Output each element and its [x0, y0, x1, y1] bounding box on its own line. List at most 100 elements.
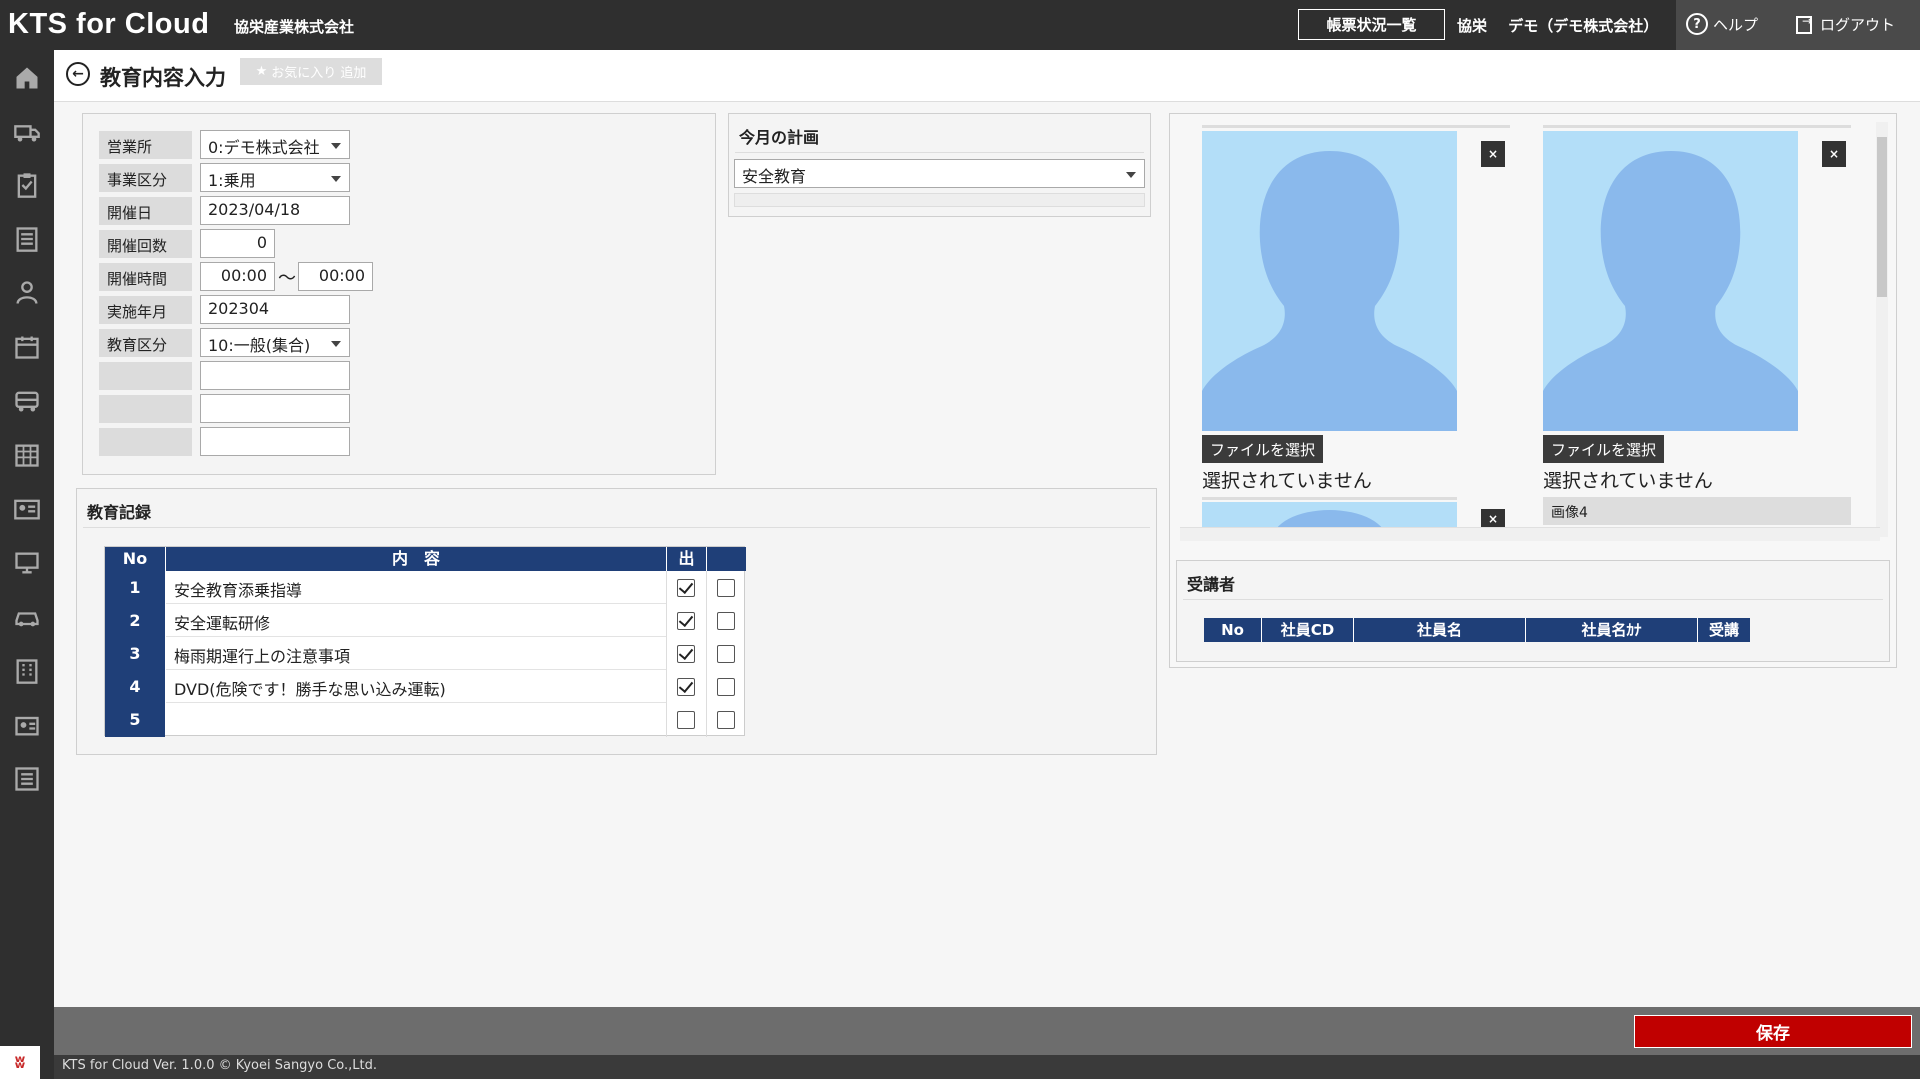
attend-checkbox[interactable] — [677, 645, 695, 663]
photos-scroll-area: × ファイルを選択 選択されていません × ファイルを選択 選択されていません … — [1172, 116, 1880, 541]
user-short-name: 協栄 — [1457, 17, 1488, 35]
form-panel: 営業所 0:デモ株式会社 事業区分 1:乗用 開催日 2023/04/18 開催… — [82, 113, 716, 475]
attendees-panel: 受講者 No 社員CD 社員名 社員名ｶﾅ 受講 — [1176, 560, 1890, 662]
divider — [1183, 599, 1883, 600]
attendees-table-header: No 社員CD 社員名 社員名ｶﾅ 受講 — [1204, 618, 1750, 642]
divider — [1543, 125, 1851, 128]
calendar-icon[interactable] — [12, 332, 42, 362]
page-title: 教育内容入力 — [100, 66, 226, 90]
col-header-no: No — [1204, 618, 1262, 642]
count-input[interactable]: 0 — [200, 229, 275, 258]
badge-icon[interactable] — [12, 710, 42, 740]
bus-icon[interactable] — [12, 386, 42, 416]
row-no: 1 — [129, 578, 141, 597]
car-icon[interactable] — [12, 602, 42, 632]
extra-input-2[interactable] — [200, 394, 350, 423]
label-education-category: 教育区分 — [99, 329, 192, 357]
person-silhouette-icon — [1543, 151, 1798, 431]
building-icon[interactable] — [12, 656, 42, 686]
col-header-attended: 受講 — [1708, 621, 1739, 639]
office-select[interactable]: 0:デモ株式会社 — [200, 130, 350, 159]
close-icon[interactable]: × — [1481, 509, 1505, 529]
photos-vertical-scrollbar[interactable] — [1876, 122, 1888, 537]
help-label: ヘルプ — [1713, 15, 1759, 34]
attend-checkbox[interactable] — [677, 678, 695, 696]
file-select-button-1[interactable]: ファイルを選択 — [1202, 435, 1324, 463]
extra-checkbox[interactable] — [717, 711, 735, 729]
truck-icon[interactable] — [12, 116, 42, 146]
help-link[interactable]: ? ヘルプ — [1686, 13, 1758, 35]
attend-checkbox[interactable] — [677, 612, 695, 630]
title-bar: ← 教育内容入力 ★ お気に入り 追加 — [54, 50, 1920, 102]
extra-checkbox[interactable] — [717, 678, 735, 696]
extra-input-3[interactable] — [200, 427, 350, 456]
label-empty-2 — [99, 395, 192, 423]
extra-checkbox[interactable] — [717, 645, 735, 663]
year-month-input[interactable]: 202304 — [200, 295, 350, 324]
save-button[interactable]: 保存 — [1634, 1015, 1912, 1048]
col-header-content: 内 容 — [166, 547, 666, 571]
image4-label: 画像4 — [1543, 497, 1851, 525]
person-silhouette-icon — [1202, 151, 1457, 431]
document-icon[interactable] — [12, 224, 42, 254]
label-time: 開催時間 — [99, 263, 192, 291]
file-status-1: 選択されていません — [1202, 470, 1372, 492]
extra-checkbox[interactable] — [717, 612, 735, 630]
time-separator: 〜 — [278, 268, 296, 289]
scrollbar-thumb[interactable] — [1877, 137, 1887, 297]
help-icon: ? — [1686, 13, 1708, 35]
extra-checkbox[interactable] — [717, 579, 735, 597]
start-time-input[interactable]: 00:00 — [200, 262, 275, 291]
file-select-button-2[interactable]: ファイルを選択 — [1543, 435, 1665, 463]
photo-placeholder-2 — [1543, 131, 1798, 431]
person-icon[interactable] — [12, 278, 42, 308]
id-card-icon[interactable] — [12, 494, 42, 524]
col-header-no: No — [105, 547, 165, 571]
photos-horizontal-scrollbar[interactable] — [1180, 527, 1880, 541]
label-empty-3 — [99, 428, 192, 456]
education-category-select[interactable]: 10:一般(集合) — [200, 328, 350, 357]
clipboard-icon[interactable] — [12, 170, 42, 200]
plan-select[interactable]: 安全教育 — [734, 159, 1145, 188]
divider — [1202, 497, 1457, 500]
logout-label: ログアウト — [1820, 16, 1896, 34]
row-content[interactable]: 安全運転研修 — [166, 604, 666, 637]
row-content[interactable] — [166, 703, 666, 736]
col-header-employee-kana: 社員名ｶﾅ — [1526, 618, 1698, 642]
home-icon[interactable] — [12, 63, 42, 93]
calendar-grid-icon[interactable] — [12, 440, 42, 470]
divider — [1202, 125, 1510, 128]
extra-input-1[interactable] — [200, 361, 350, 390]
col-header-employee-cd: 社員CD — [1262, 618, 1354, 642]
header-actions: ? ヘルプ ログアウト — [1676, 0, 1920, 50]
logout-link[interactable]: ログアウト — [1796, 14, 1895, 35]
report-status-button[interactable]: 帳票状況一覧 — [1298, 9, 1445, 40]
row-content[interactable]: 梅雨期運行上の注意事項 — [166, 637, 666, 670]
logout-icon — [1796, 14, 1812, 34]
list-icon[interactable] — [12, 764, 42, 794]
row-content[interactable]: DVD(危険です！勝手な思い込み運転) — [166, 670, 666, 703]
row-no: 2 — [129, 611, 141, 630]
close-icon[interactable]: × — [1481, 141, 1505, 167]
row-no: 4 — [129, 677, 141, 696]
business-division-select[interactable]: 1:乗用 — [200, 163, 350, 192]
attend-checkbox[interactable] — [677, 711, 695, 729]
col-header-extra — [707, 547, 746, 571]
kts-logo-icon: ʬ — [0, 1046, 40, 1079]
file-status-2: 選択されていません — [1543, 470, 1713, 492]
attend-checkbox[interactable] — [677, 579, 695, 597]
plan-horizontal-scrollbar[interactable] — [734, 193, 1145, 207]
label-business-division: 事業区分 — [99, 164, 192, 192]
end-time-input[interactable]: 00:00 — [298, 262, 373, 291]
sidebar — [0, 50, 54, 1079]
divider — [83, 527, 1150, 528]
date-input[interactable]: 2023/04/18 — [200, 196, 350, 225]
row-content[interactable]: 安全教育添乗指導 — [166, 571, 666, 604]
user-organization: デモ（デモ株式会社） — [1508, 17, 1659, 35]
divider — [735, 152, 1144, 153]
back-arrow-icon[interactable]: ← — [66, 62, 90, 86]
close-icon[interactable]: × — [1822, 141, 1846, 167]
divider — [706, 571, 707, 737]
monitor-icon[interactable] — [12, 548, 42, 578]
favorite-add-button[interactable]: ★ お気に入り 追加 — [240, 58, 382, 85]
